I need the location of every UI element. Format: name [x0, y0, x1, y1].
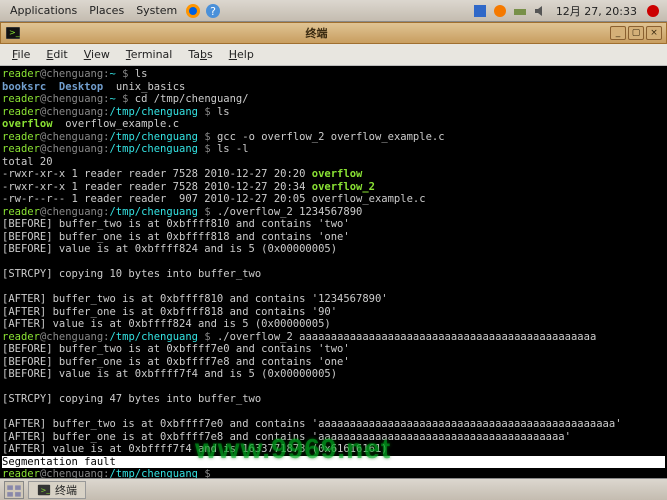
taskbar-item-terminal[interactable]: >_ 终端: [28, 481, 86, 499]
menu-system[interactable]: System: [130, 2, 183, 19]
network-icon[interactable]: [512, 3, 528, 19]
svg-text:>_: >_: [41, 486, 51, 494]
close-button[interactable]: ×: [646, 26, 662, 40]
menu-edit[interactable]: Edit: [38, 46, 75, 63]
menu-tabs[interactable]: Tabs: [180, 46, 220, 63]
help-icon[interactable]: ?: [205, 3, 221, 19]
volume-icon[interactable]: [532, 3, 548, 19]
show-desktop-button[interactable]: [4, 481, 24, 499]
clock[interactable]: 12月 27, 20:33: [550, 1, 643, 21]
segfault-line: Segmentation fault: [2, 456, 665, 469]
shutdown-icon[interactable]: [645, 3, 661, 19]
maximize-button[interactable]: ▢: [628, 26, 644, 40]
panel-right: 12月 27, 20:33: [470, 1, 663, 21]
terminal-icon: >_: [5, 25, 21, 41]
svg-text:?: ?: [210, 5, 216, 18]
terminal-window: >_ 终端 _ ▢ × File Edit View Terminal Tabs…: [0, 22, 667, 478]
menu-help[interactable]: Help: [221, 46, 262, 63]
menu-file[interactable]: File: [4, 46, 38, 63]
minimize-button[interactable]: _: [610, 26, 626, 40]
window-title: 终端: [25, 25, 608, 41]
terminal-icon: >_: [37, 483, 51, 497]
top-panel: Applications Places System ? 12月 27, 20:…: [0, 0, 667, 22]
menu-view[interactable]: View: [76, 46, 118, 63]
taskbar-item-label: 终端: [55, 482, 77, 498]
bottom-panel: >_ 终端: [0, 478, 667, 500]
firefox-icon[interactable]: [185, 3, 201, 19]
updates-icon[interactable]: [492, 3, 508, 19]
menu-applications[interactable]: Applications: [4, 2, 83, 19]
menu-places[interactable]: Places: [83, 2, 130, 19]
terminal-output[interactable]: reader@chenguang:~ $ ls booksrc Desktop …: [0, 66, 667, 478]
svg-text:>_: >_: [9, 28, 21, 37]
menubar: File Edit View Terminal Tabs Help: [0, 44, 667, 66]
titlebar[interactable]: >_ 终端 _ ▢ ×: [0, 22, 667, 44]
tray-icon-1[interactable]: [472, 3, 488, 19]
menu-terminal[interactable]: Terminal: [118, 46, 181, 63]
